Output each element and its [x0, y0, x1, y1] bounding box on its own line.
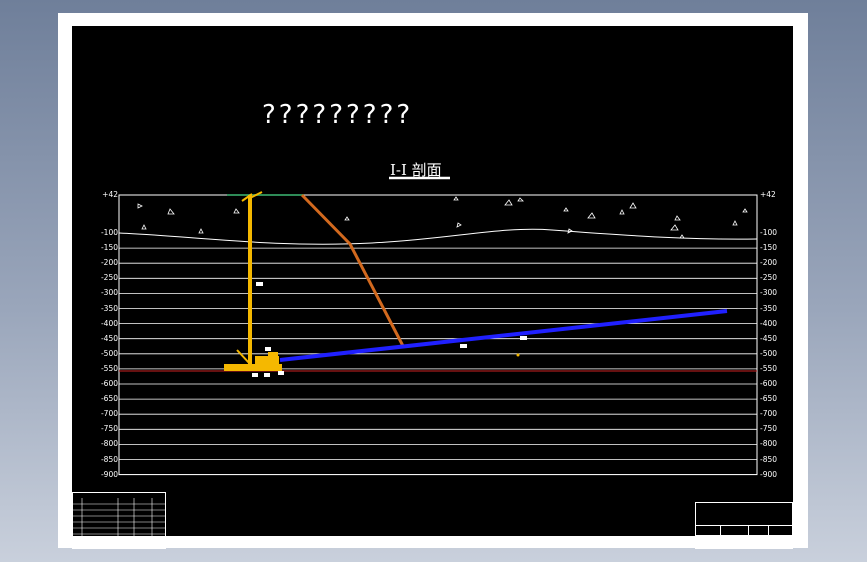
- elevation-label-right: -700: [760, 409, 778, 419]
- elevation-label-left: -400: [100, 318, 118, 328]
- drawing-sheet: ????????? I-I 剖面 +42 +42 -100 -100 -150 …: [58, 13, 808, 549]
- elevation-label-left: -750: [100, 424, 118, 434]
- elevation-label-right: -650: [760, 394, 778, 404]
- elevation-label-right: -200: [760, 258, 778, 268]
- elevation-label-left: -850: [100, 454, 118, 464]
- elevation-label-right: -600: [760, 379, 778, 388]
- elevation-label-right: -350: [760, 303, 778, 313]
- elevation-label-left: -700: [100, 409, 118, 419]
- cad-drawing-area[interactable]: ????????? I-I 剖面 +42 +42 -100 -100 -150 …: [72, 26, 793, 549]
- elevation-label-right: -300: [760, 288, 778, 298]
- elevation-label-left: -200: [100, 258, 118, 268]
- elevation-label-right: -150: [760, 243, 778, 253]
- elevation-label-left: -150: [100, 243, 118, 253]
- elevation-label-left: -100: [100, 228, 118, 237]
- annotation-markers: [252, 282, 527, 377]
- elevation-label-left: -550: [100, 363, 118, 373]
- elevation-label-right: -450: [760, 333, 778, 343]
- legend-table: [72, 492, 166, 549]
- elevation-label-left: -450: [100, 333, 118, 343]
- elevation-label-left: -500: [100, 348, 118, 358]
- elevation-label-right: +42: [760, 190, 776, 199]
- elevation-label-right: -750: [760, 424, 778, 434]
- main-roadway: [279, 309, 728, 362]
- elevation-label-left: -350: [100, 303, 118, 313]
- elevation-label-left: -800: [100, 439, 118, 449]
- elevation-label-right: -100: [760, 228, 778, 237]
- vertical-shaft: [224, 191, 282, 371]
- elevation-label-left: -900: [100, 469, 118, 479]
- stratum-boundary-line: [118, 228, 758, 245]
- surface-triangle-markers: [137, 196, 748, 239]
- elevation-label-right: -800: [760, 439, 778, 449]
- elevation-label-left: +42: [102, 190, 118, 199]
- section-svg: [72, 176, 758, 536]
- elevation-label-left: -300: [100, 288, 118, 298]
- elevation-label-left: -600: [100, 379, 118, 388]
- elevation-label-right: -250: [760, 273, 778, 283]
- elevation-label-right: -400: [760, 318, 778, 328]
- elevation-label-right: -900: [760, 469, 778, 479]
- elevation-label-right: -850: [760, 454, 778, 464]
- elevation-label-left: -250: [100, 273, 118, 283]
- elevation-label-right: -500: [760, 348, 778, 358]
- elevation-label-right: -550: [760, 363, 778, 373]
- title-block: [695, 502, 793, 549]
- elevation-label-left: -650: [100, 394, 118, 404]
